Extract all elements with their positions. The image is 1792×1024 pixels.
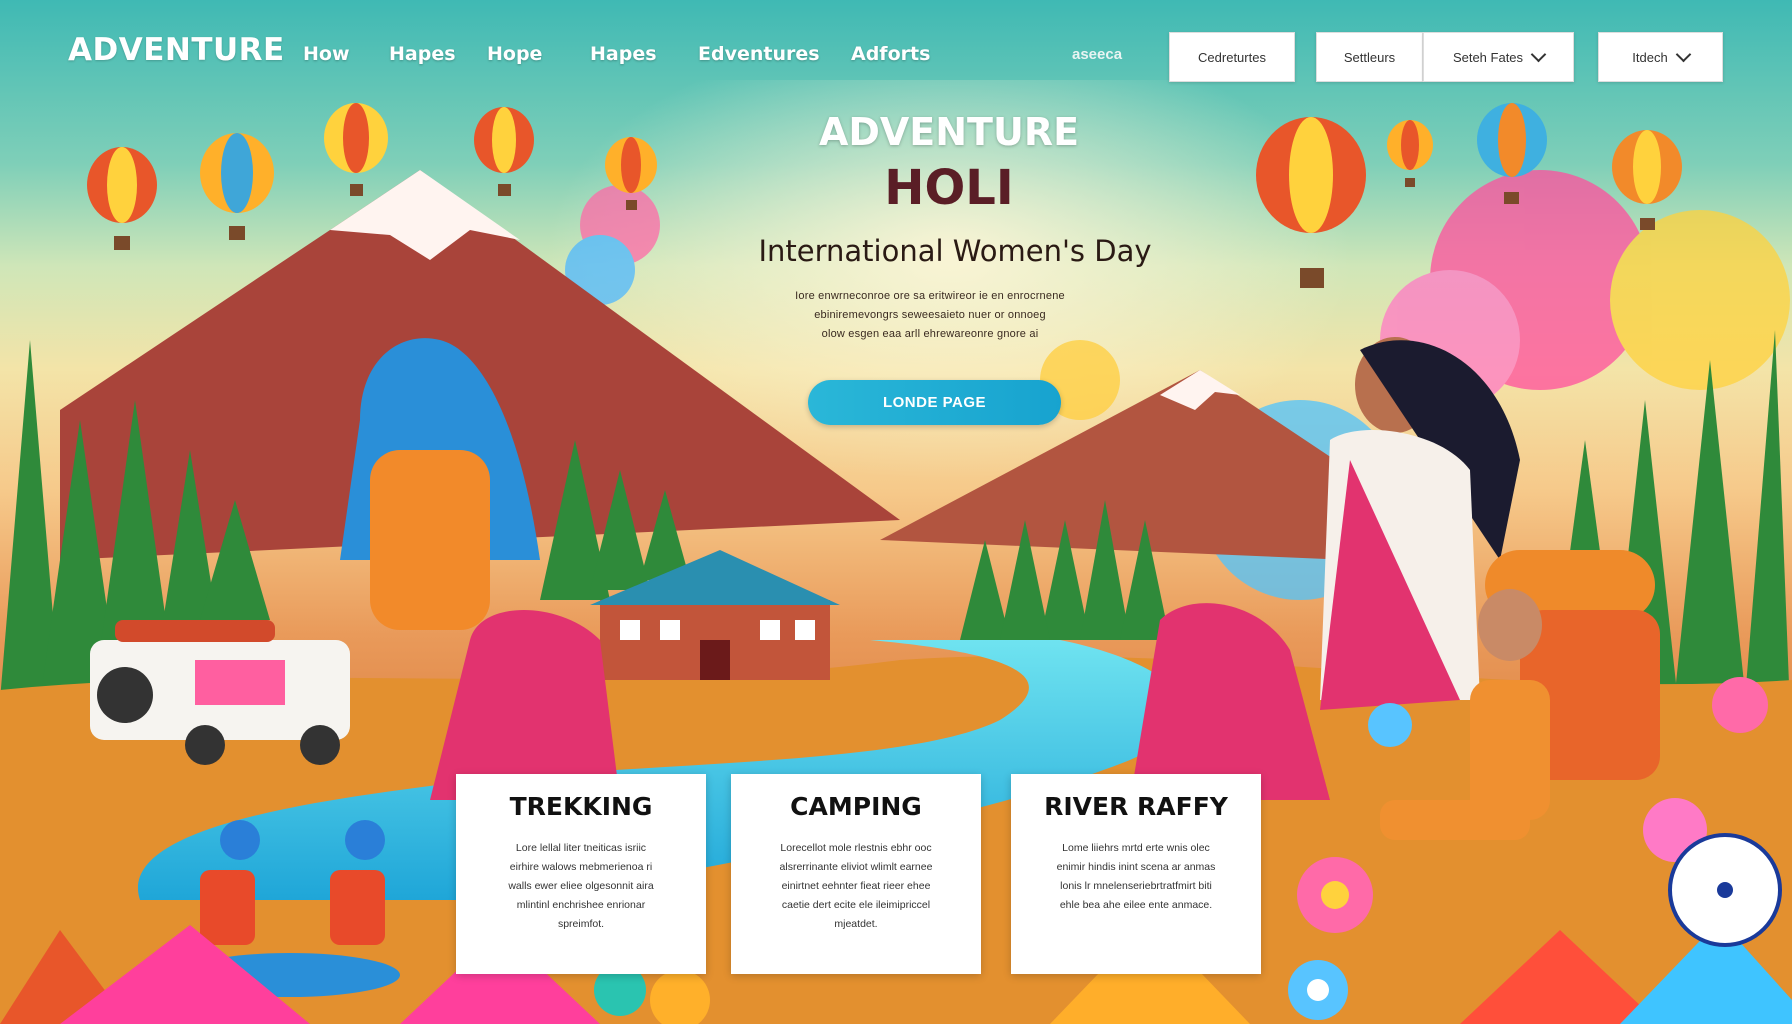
card-body-line: Lome liiehrs mrtd erte wnis olec: [1062, 842, 1210, 854]
card-body: Lome liiehrs mrtd erte wnis olec enimir …: [1031, 839, 1241, 915]
card-body-line: walls ewer eliee olgesonnit aira: [508, 880, 654, 892]
chevron-down-icon: [1530, 46, 1547, 63]
nav-dropdown-fates[interactable]: Seteh Fates: [1423, 32, 1574, 82]
dropdown-label: Seteh Fates: [1452, 49, 1524, 65]
hero-title-line1: ADVENTURE: [818, 110, 1080, 154]
card-title: RIVER RAFFY: [1044, 792, 1228, 821]
nav-link-edventures[interactable]: Edventures: [698, 43, 820, 65]
card-title: CAMPING: [790, 792, 922, 821]
activity-card-river-rafting[interactable]: RIVER RAFFY Lome liiehrs mrtd erte wnis …: [1011, 774, 1261, 974]
hero-body: Iore enwrneconroe ore sa eritwireor ie e…: [760, 287, 1100, 344]
card-body-line: mjeatdet.: [834, 918, 878, 930]
dropdown-label: Itdech: [1632, 49, 1668, 65]
card-body: Lorecellot mole rlestnis ebhr ooc alsrer…: [751, 839, 961, 934]
chevron-down-icon: [1675, 46, 1691, 63]
card-body-line: eirhire walows mebmerienoa ri: [509, 861, 653, 873]
nav-link-adforts[interactable]: Adforts: [851, 43, 930, 65]
nav-link-hapes-2[interactable]: Hapes: [590, 43, 657, 65]
nav-link-hapes[interactable]: Hapes: [389, 43, 456, 65]
card-body-line: spreimfot.: [557, 918, 605, 930]
hero-title-line2: HOLI: [884, 160, 1014, 216]
nav-button-cedreturtes[interactable]: Cedreturtes: [1169, 32, 1295, 82]
nav-button-label: Settleurs: [1343, 49, 1396, 65]
card-body-line: alsrerrinante eliviot wlimlt earnee: [779, 861, 933, 873]
top-navigation: ADVENTURE How Hapes Hope Hapes Edventure…: [0, 0, 1792, 110]
nav-button-label: Cedreturtes: [1198, 49, 1266, 65]
card-body-line: caetie dert ecite ele ileimipriccel: [781, 899, 931, 911]
hero-body-line: Iore enwrneconroe ore sa eritwireor ie e…: [795, 290, 1065, 302]
cta-button[interactable]: LONDE PAGE: [808, 380, 1061, 425]
nav-link-hope[interactable]: Hope: [487, 43, 542, 65]
site-logo[interactable]: ADVENTURE: [68, 32, 285, 68]
card-title: TREKKING: [509, 792, 653, 821]
card-body-line: Lorecellot mole rlestnis ebhr ooc: [780, 842, 932, 854]
hero-body-line: olow esgen eaa arll ehrewareonre gnore a…: [821, 328, 1039, 340]
card-body-line: Lore lellal liter tneiticas isriic: [515, 842, 647, 854]
activity-card-trekking[interactable]: TREKKING Lore lellal liter tneiticas isr…: [456, 774, 706, 974]
card-body-line: einirtnet eehnter fieat rieer ehee: [781, 880, 931, 892]
hero-subtitle: International Women's Day: [758, 234, 1152, 268]
hero-body-line: ebiniremevongrs seweesaieto nuer or onno…: [814, 309, 1046, 321]
nav-button-settleurs[interactable]: Settleurs: [1316, 32, 1423, 82]
woman-center-left: [430, 610, 620, 800]
nav-search-hint[interactable]: aseeca: [1072, 46, 1122, 63]
card-body-line: lonis lr mnelenseriebrtratfmirt biti: [1060, 880, 1212, 892]
nav-link-how[interactable]: How: [303, 43, 350, 65]
activity-card-camping[interactable]: CAMPING Lorecellot mole rlestnis ebhr oo…: [731, 774, 981, 974]
nav-dropdown-itdech[interactable]: Itdech: [1598, 32, 1723, 82]
woman-center-right: [1130, 603, 1330, 800]
card-body-line: ehle bea ahe eilee ente anmace.: [1059, 899, 1213, 911]
card-body: Lore lellal liter tneiticas isriic eirhi…: [476, 839, 686, 934]
adventure-holi-page: ADVENTURE How Hapes Hope Hapes Edventure…: [0, 0, 1792, 1024]
card-body-line: mlintinl enchrishee enrionar: [516, 899, 646, 911]
card-body-line: enimir hindis inint scena ar anmas: [1056, 861, 1216, 873]
